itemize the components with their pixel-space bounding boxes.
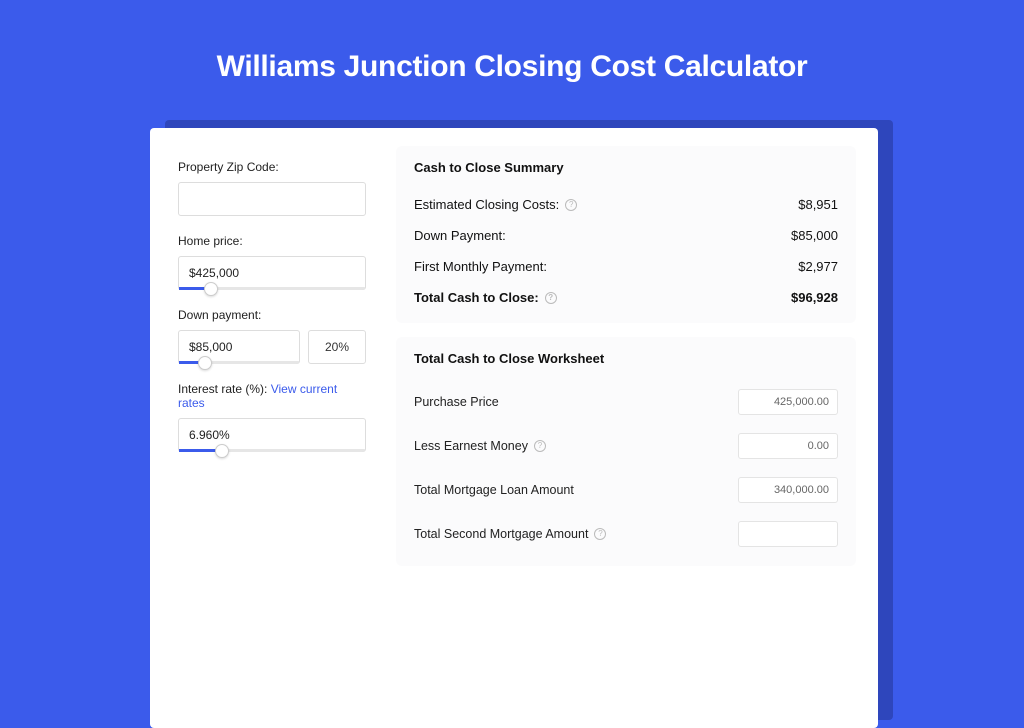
summary-row-value: $85,000 [791, 228, 838, 243]
zip-label: Property Zip Code: [178, 160, 366, 174]
worksheet-panel: Total Cash to Close Worksheet Purchase P… [396, 337, 856, 566]
summary-row-value: $2,977 [798, 259, 838, 274]
summary-row-label-text: First Monthly Payment: [414, 259, 547, 274]
worksheet-row-value[interactable]: 0.00 [738, 433, 838, 459]
summary-row-value: $8,951 [798, 197, 838, 212]
summary-title: Cash to Close Summary [414, 160, 838, 175]
worksheet-row-value[interactable]: 340,000.00 [738, 477, 838, 503]
summary-panel: Cash to Close Summary Estimated Closing … [396, 146, 856, 323]
summary-row: First Monthly Payment: $2,977 [414, 251, 838, 282]
summary-row-label: Down Payment: [414, 228, 506, 243]
worksheet-row-label-text: Total Mortgage Loan Amount [414, 483, 574, 497]
worksheet-row-label-text: Less Earnest Money [414, 439, 528, 453]
down-payment-slider[interactable] [179, 361, 299, 364]
help-icon[interactable]: ? [594, 528, 606, 540]
worksheet-row-label-text: Purchase Price [414, 395, 499, 409]
field-zip: Property Zip Code: [178, 160, 366, 216]
field-home-price: Home price: [178, 234, 366, 290]
summary-row: Estimated Closing Costs:? $8,951 [414, 189, 838, 220]
interest-rate-slider[interactable] [179, 449, 365, 452]
summary-row: Total Cash to Close:? $96,928 [414, 282, 838, 313]
summary-row-label-text: Down Payment: [414, 228, 506, 243]
summary-row-label: First Monthly Payment: [414, 259, 547, 274]
worksheet-row-label-text: Total Second Mortgage Amount [414, 527, 588, 541]
help-icon[interactable]: ? [545, 292, 557, 304]
worksheet-row: Less Earnest Money? 0.00 [414, 424, 838, 468]
interest-rate-input[interactable] [179, 419, 365, 451]
worksheet-row-label: Total Second Mortgage Amount? [414, 527, 606, 541]
summary-row: Down Payment: $85,000 [414, 220, 838, 251]
down-payment-input[interactable] [179, 331, 299, 363]
help-icon[interactable]: ? [565, 199, 577, 211]
worksheet-row-label: Total Mortgage Loan Amount [414, 483, 574, 497]
interest-rate-label: Interest rate (%): View current rates [178, 382, 366, 410]
worksheet-title: Total Cash to Close Worksheet [414, 351, 838, 366]
interest-rate-label-text: Interest rate (%): [178, 382, 271, 396]
interest-rate-slider-thumb[interactable] [215, 444, 229, 458]
summary-row-value: $96,928 [791, 290, 838, 305]
interest-rate-input-wrap [178, 418, 366, 452]
home-price-slider[interactable] [179, 287, 365, 290]
summary-row-label: Estimated Closing Costs:? [414, 197, 577, 212]
worksheet-row-value[interactable] [738, 521, 838, 547]
worksheet-row: Total Mortgage Loan Amount 340,000.00 [414, 468, 838, 512]
down-payment-label: Down payment: [178, 308, 366, 322]
home-price-label: Home price: [178, 234, 366, 248]
field-down-payment: Down payment: 20% [178, 308, 366, 364]
help-icon[interactable]: ? [534, 440, 546, 452]
summary-row-label: Total Cash to Close:? [414, 290, 557, 305]
worksheet-row-value[interactable]: 425,000.00 [738, 389, 838, 415]
calculator-card: Property Zip Code: Home price: Down paym… [150, 128, 878, 728]
worksheet-row: Purchase Price 425,000.00 [414, 380, 838, 424]
summary-row-label-text: Total Cash to Close: [414, 290, 539, 305]
zip-input-wrap [178, 182, 366, 216]
summary-row-label-text: Estimated Closing Costs: [414, 197, 559, 212]
worksheet-row-label: Less Earnest Money? [414, 439, 546, 453]
zip-input[interactable] [179, 183, 365, 215]
page-title: Williams Junction Closing Cost Calculato… [0, 0, 1024, 84]
worksheet-row-label: Purchase Price [414, 395, 499, 409]
home-price-input-wrap [178, 256, 366, 290]
inputs-panel: Property Zip Code: Home price: Down paym… [150, 128, 382, 728]
field-interest-rate: Interest rate (%): View current rates [178, 382, 366, 452]
down-payment-input-wrap [178, 330, 300, 364]
results-panel: Cash to Close Summary Estimated Closing … [382, 128, 878, 728]
down-payment-pct[interactable]: 20% [308, 330, 366, 364]
home-price-slider-thumb[interactable] [204, 282, 218, 296]
worksheet-row: Total Second Mortgage Amount? [414, 512, 838, 556]
down-payment-slider-thumb[interactable] [198, 356, 212, 370]
